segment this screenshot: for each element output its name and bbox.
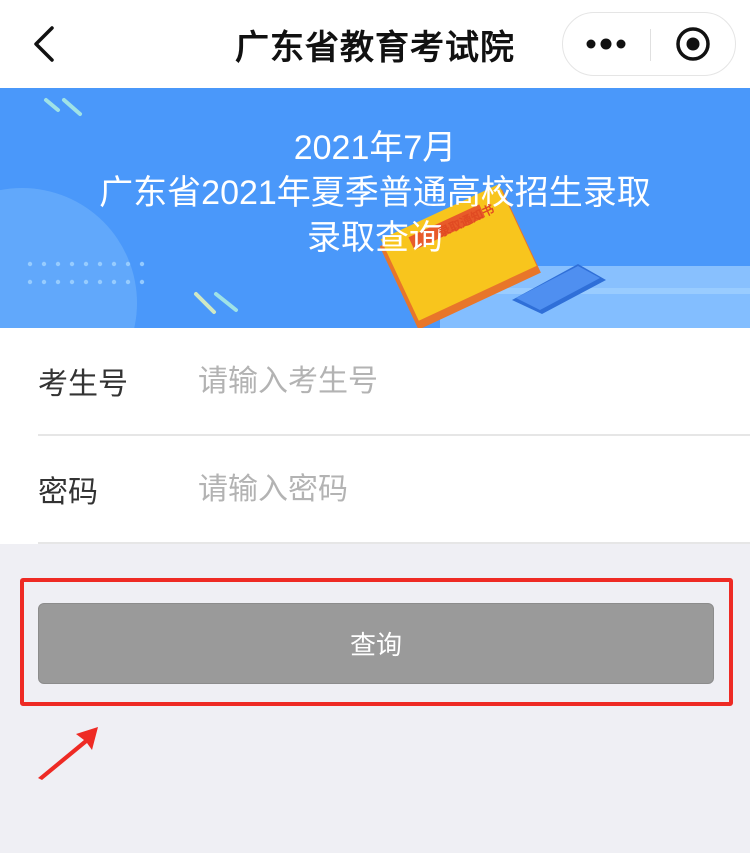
target-close-icon (676, 27, 710, 61)
banner-headline: 2021年7月 广东省2021年夏季普通高校招生录取 录取查询 (0, 126, 750, 261)
banner-line-subtitle: 录取查询 (307, 219, 443, 257)
mini-program-capsule (562, 12, 736, 76)
close-button[interactable] (651, 13, 735, 75)
banner-line-title: 广东省2021年夏季普通高校招生录取 (99, 174, 651, 212)
red-arrow-icon (38, 727, 98, 780)
nav-bar: 广东省教育考试院 (0, 0, 750, 88)
password-row: 密码 (38, 436, 750, 544)
exam-number-label: 考生号 (38, 367, 128, 402)
login-form: 考生号 密码 (0, 328, 750, 544)
query-button[interactable]: 查询 (38, 603, 714, 684)
banner: 2021年7月 广东省2021年夏季普通高校招生录取 录取查询 录取通知书 (0, 88, 750, 328)
more-button[interactable] (563, 13, 649, 75)
exam-number-row: 考生号 (38, 328, 750, 436)
password-input[interactable] (198, 459, 750, 519)
exam-number-input[interactable] (198, 351, 750, 411)
password-label: 密码 (38, 475, 98, 510)
more-dots-icon (586, 38, 626, 50)
banner-line-date: 2021年7月 (293, 129, 457, 167)
